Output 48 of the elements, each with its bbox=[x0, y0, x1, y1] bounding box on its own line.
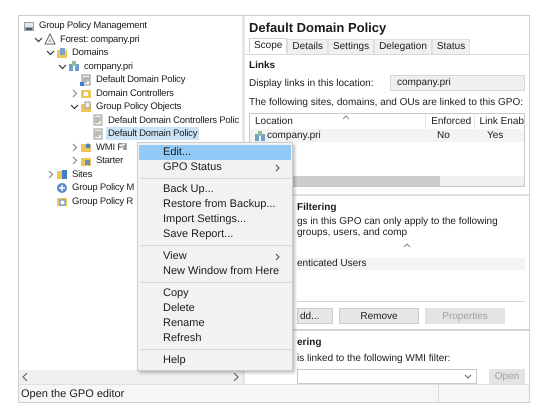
filter-button[interactable]: Remove bbox=[339, 308, 419, 324]
tree-item[interactable]: Group Policy R bbox=[70, 194, 136, 208]
field-label: Display links in this location: bbox=[249, 76, 374, 90]
column-header[interactable]: Location bbox=[250, 114, 426, 129]
tree-item[interactable]: WMI Fil bbox=[94, 140, 129, 154]
tree-item[interactable]: Group Policy Objects bbox=[94, 100, 184, 114]
tree-item[interactable]: Domain Controllers bbox=[94, 86, 176, 100]
tree-item[interactable]: Default Domain Policy bbox=[106, 127, 200, 140]
tab[interactable]: Scope bbox=[249, 38, 288, 53]
tree-item[interactable]: Starter bbox=[94, 154, 126, 168]
menu-item[interactable]: Save Report... bbox=[139, 227, 291, 242]
menu-item[interactable]: View bbox=[139, 249, 291, 264]
tree-item[interactable]: Default Domain Policy bbox=[94, 73, 188, 86]
menu-item[interactable]: Edit... bbox=[139, 145, 291, 160]
menu-item[interactable]: Help bbox=[139, 353, 291, 368]
tab[interactable]: Details bbox=[287, 39, 328, 54]
tree-item[interactable]: Group Policy M bbox=[70, 181, 136, 194]
location-field[interactable]: company.pri bbox=[390, 75, 525, 91]
status-text: Open the GPO editor bbox=[19, 385, 439, 402]
table-cell-text: Yes bbox=[487, 129, 504, 143]
section-heading: Links bbox=[249, 59, 276, 72]
tree-item[interactable]: Forest: company.pri bbox=[58, 32, 142, 46]
tree-item[interactable]: Sites bbox=[70, 168, 94, 181]
menu-item[interactable]: Refresh bbox=[139, 331, 291, 346]
filter-button[interactable]: dd... bbox=[297, 308, 333, 324]
menu-item[interactable]: Delete bbox=[139, 301, 291, 316]
tab[interactable]: Delegation bbox=[374, 39, 432, 54]
table-cell-text: No bbox=[437, 129, 450, 143]
menu-item[interactable]: Restore from Backup... bbox=[139, 197, 291, 212]
tree-item[interactable]: Group Policy Management bbox=[37, 19, 149, 32]
section-heading: Filtering bbox=[297, 200, 338, 214]
tab[interactable]: Settings bbox=[328, 39, 374, 54]
table-cell-text: company.pri bbox=[267, 129, 321, 143]
tab[interactable]: Status bbox=[432, 39, 470, 54]
menu-item[interactable]: Copy bbox=[139, 286, 291, 301]
list-row[interactable]: enticated Users bbox=[297, 258, 525, 270]
description-text: gs in this GPO can only apply to the following groups, users, and comp bbox=[297, 216, 499, 238]
tree-item[interactable]: Default Domain Controllers Polic bbox=[106, 114, 241, 127]
menu-item[interactable]: New Window from Here bbox=[139, 264, 291, 279]
description-text: The following sites, domains, and OUs are linked to this GPO: bbox=[249, 96, 524, 110]
tree-item[interactable]: company.pri bbox=[82, 60, 135, 73]
menu-item[interactable]: Import Settings... bbox=[139, 212, 291, 227]
section-heading: ering bbox=[297, 336, 322, 349]
tree-item[interactable]: Domains bbox=[70, 46, 110, 60]
pane-title: Default Domain Policy bbox=[248, 19, 388, 36]
security-list[interactable]: enticated Users bbox=[297, 240, 525, 302]
menu-item[interactable]: Rename bbox=[139, 316, 291, 331]
description-text: is linked to the following WMI filter: bbox=[297, 352, 452, 366]
